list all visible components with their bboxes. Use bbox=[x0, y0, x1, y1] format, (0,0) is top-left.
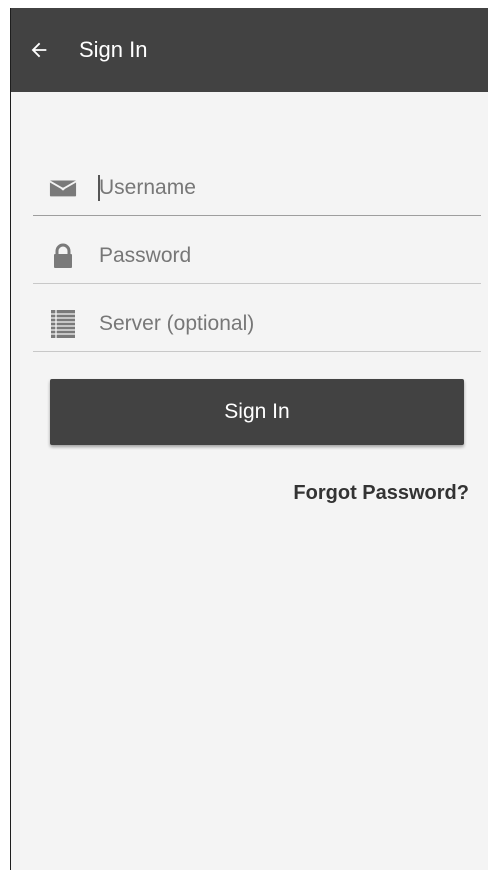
password-field bbox=[33, 228, 481, 284]
app-bar: Sign In bbox=[11, 8, 488, 92]
arrow-left-icon bbox=[31, 42, 47, 58]
username-input[interactable] bbox=[99, 170, 469, 206]
text-caret bbox=[98, 175, 100, 201]
username-field bbox=[33, 160, 481, 216]
page-title: Sign In bbox=[79, 37, 148, 62]
sign-in-button[interactable]: Sign In bbox=[50, 379, 464, 445]
lock-icon bbox=[49, 242, 77, 270]
server-field bbox=[33, 296, 481, 352]
server-input[interactable] bbox=[99, 306, 469, 342]
app-screen: Sign In Username Server (optional) Sign … bbox=[10, 8, 488, 870]
server-list-icon bbox=[49, 310, 77, 338]
forgot-password-link[interactable]: Forgot Password? bbox=[293, 482, 469, 505]
envelope-icon bbox=[49, 174, 77, 202]
password-input[interactable] bbox=[99, 238, 469, 274]
back-button[interactable] bbox=[27, 38, 51, 62]
